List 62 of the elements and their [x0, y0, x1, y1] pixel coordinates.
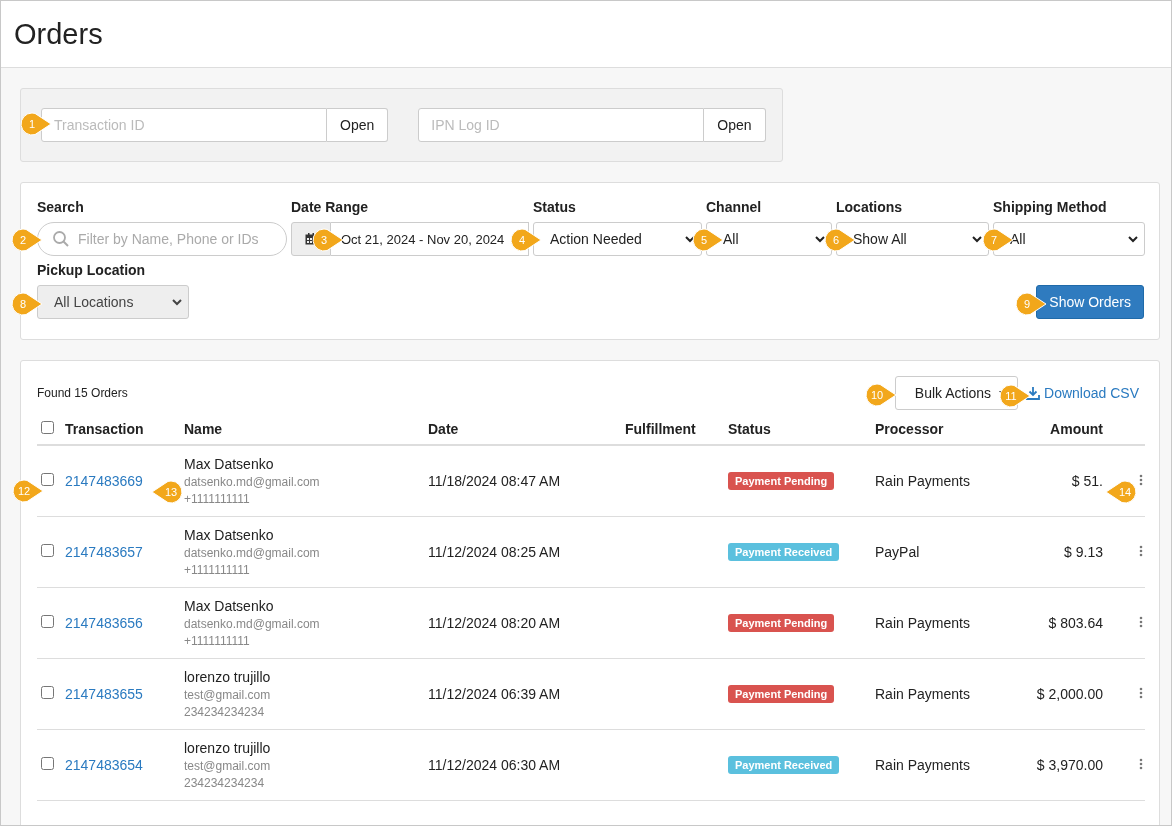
- processor-name: Rain Payments: [875, 757, 970, 773]
- field-label: Status: [533, 199, 577, 215]
- callout-tooltip: 1: [20, 112, 52, 136]
- status-badge: Payment Received: [728, 756, 840, 774]
- customer-email: test@gmail.com: [184, 759, 272, 773]
- callout-tooltip: 5: [692, 228, 724, 252]
- processor-name: Rain Payments: [875, 615, 970, 631]
- customer-email: test@gmail.com: [184, 688, 272, 702]
- status-badge: Payment Pending: [728, 472, 835, 490]
- page-title: Orders: [14, 17, 103, 51]
- status-badge: Payment Received: [728, 543, 840, 561]
- callout-tooltip: 2: [11, 228, 43, 252]
- column-header: Name: [184, 420, 224, 437]
- customer-name: lorenzo trujillo: [184, 740, 272, 756]
- customer-name: Max Datsenko: [184, 456, 275, 472]
- callout-tooltip: 13: [151, 480, 183, 504]
- callout-tooltip: 12: [12, 479, 44, 503]
- callout-tooltip: 9: [1015, 292, 1047, 316]
- order-date: 11/12/2024 06:39 AM: [428, 686, 561, 702]
- order-date: 11/12/2024 08:25 AM: [428, 544, 561, 560]
- status-badge: Payment Pending: [728, 685, 835, 703]
- order-amount: $ 3,970.00: [1036, 757, 1103, 773]
- order-amount: $ 9.13: [1064, 544, 1103, 560]
- order-amount: $ 51.: [1071, 473, 1103, 489]
- order-amount: $ 803.64: [1048, 615, 1103, 631]
- order-amount: $ 2,000.00: [1036, 686, 1103, 702]
- field-label: Date Range: [291, 199, 370, 215]
- column-header: Date: [428, 420, 460, 437]
- field-label: Search: [37, 199, 85, 215]
- order-date: 11/18/2024 08:47 AM: [428, 473, 561, 489]
- customer-phone: +1111111111: [184, 492, 251, 506]
- callout-tooltip: 10: [865, 383, 897, 407]
- customer-phone: 234234234234: [184, 705, 266, 719]
- column-header: Processor: [875, 420, 945, 437]
- field-label: Locations: [836, 199, 904, 215]
- processor-name: Rain Payments: [875, 686, 970, 702]
- callout-tooltip: 8: [11, 292, 43, 316]
- processor-name: Rain Payments: [875, 473, 970, 489]
- field-label: Channel: [706, 199, 763, 215]
- field-label: Shipping Method: [993, 199, 1108, 215]
- customer-email: datsenko.md@gmail.com: [184, 617, 321, 631]
- callout-tooltip: 14: [1105, 480, 1137, 504]
- column-header: Status: [728, 420, 772, 437]
- status-badge: Payment Pending: [728, 614, 835, 632]
- processor-name: PayPal: [875, 544, 920, 560]
- callout-tooltip: 11: [999, 384, 1031, 408]
- customer-phone: +1111111111: [184, 563, 251, 577]
- column-header: Amount: [1050, 420, 1104, 437]
- customer-phone: +1111111111: [184, 634, 251, 648]
- customer-phone: 234234234234: [184, 776, 266, 790]
- customer-email: datsenko.md@gmail.com: [184, 546, 321, 560]
- order-date: 11/12/2024 08:20 AM: [428, 615, 561, 631]
- customer-email: datsenko.md@gmail.com: [184, 475, 321, 489]
- callout-tooltip: 4: [510, 228, 542, 252]
- customer-name: Max Datsenko: [184, 598, 275, 614]
- order-date: 11/12/2024 06:30 AM: [428, 757, 561, 773]
- results-count: Found 15 Orders: [37, 386, 128, 400]
- column-header: Transaction: [65, 420, 145, 437]
- customer-name: lorenzo trujillo: [184, 669, 272, 685]
- column-header: Fulfillment: [625, 420, 697, 437]
- field-label: Pickup Location: [37, 262, 147, 278]
- customer-name: Max Datsenko: [184, 527, 275, 543]
